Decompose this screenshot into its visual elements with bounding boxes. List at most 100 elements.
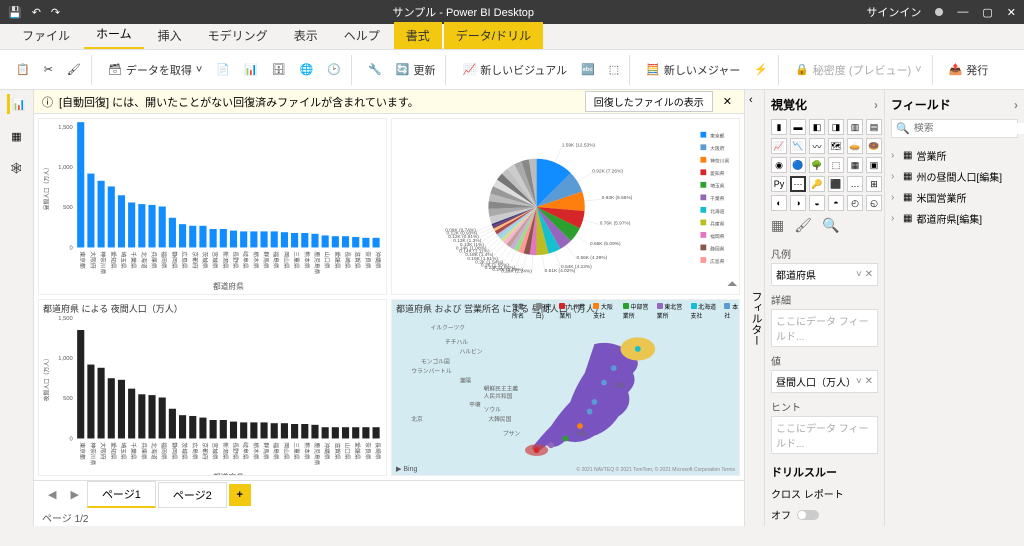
viz-type-23[interactable]: 🔑: [809, 176, 825, 192]
viz-bar-daytime[interactable]: 05001,0001,500昼間人口（万人）東京都大阪府神奈川県愛知県埼玉県千葉…: [38, 118, 387, 295]
tab-insert[interactable]: 挿入: [146, 22, 194, 49]
undo-icon[interactable]: ↶: [32, 6, 41, 19]
pbi-dataset-icon[interactable]: 📊: [240, 60, 262, 79]
side-panes: 視覚化› ▮▬◧◨▥▤◫📈📉〰🗺🥧🍩◔◉🔵🌳⬚▦▣RPy⋯🔑⬛…⊞🔀◐◑◒◓◴◵…: [764, 90, 1024, 526]
viz-bar-night[interactable]: 都道府県 による 夜間人口（万人） 05001,0001,500夜間人口（万人）…: [38, 299, 387, 476]
viz-type-30[interactable]: ◒: [809, 195, 825, 211]
maximize-button[interactable]: ▢: [982, 6, 992, 19]
viz-type-0[interactable]: ▮: [771, 119, 787, 135]
chevron-right-icon[interactable]: ›: [874, 98, 878, 112]
refresh-button[interactable]: 🔄 更新: [392, 59, 440, 81]
page-next-icon[interactable]: ▶: [64, 486, 84, 503]
viz-title: 都道府県 による 夜間人口（万人）: [43, 302, 183, 315]
dataverse-icon[interactable]: 🌐: [296, 60, 318, 79]
viz-type-22[interactable]: ⋯: [790, 176, 806, 192]
user-avatar[interactable]: [935, 8, 943, 16]
viz-type-32[interactable]: ◴: [847, 195, 863, 211]
viz-type-3[interactable]: ◨: [828, 119, 844, 135]
viz-type-31[interactable]: ◓: [828, 195, 844, 211]
detail-well[interactable]: ここにデータ フィールド...: [771, 309, 878, 347]
page-tab-2[interactable]: ページ2: [158, 482, 227, 508]
viz-type-1[interactable]: ▬: [790, 119, 806, 135]
copy-icon[interactable]: 🖌: [63, 60, 85, 79]
viz-type-21[interactable]: Py: [771, 176, 787, 192]
newvisual-button[interactable]: 📈 新しいビジュアル: [458, 59, 571, 81]
tab-modeling[interactable]: モデリング: [196, 22, 280, 49]
more-visuals-icon[interactable]: ⬚: [605, 60, 623, 79]
tab-view[interactable]: 表示: [282, 22, 330, 49]
newmeasure-button[interactable]: 🧮 新しいメジャー: [642, 59, 744, 81]
field-table[interactable]: ›▦州の昼間人口[編集]: [891, 169, 1018, 184]
viz-map[interactable]: 都道府県 および 営業所名 による 昼間人口（万人） 営業所名 (空白) 九州営…: [391, 299, 740, 476]
add-page-button[interactable]: +: [229, 484, 251, 506]
svg-text:0: 0: [70, 436, 73, 442]
svg-text:北海道: 北海道: [140, 251, 148, 269]
viz-type-8[interactable]: 📉: [790, 138, 806, 154]
field-table[interactable]: ›▦米国営業所: [891, 190, 1018, 205]
page-tab-1[interactable]: ページ1: [87, 481, 156, 508]
signin-link[interactable]: サインイン: [866, 4, 921, 20]
viz-type-16[interactable]: 🌳: [809, 157, 825, 173]
banner-close-icon[interactable]: ✕: [719, 95, 736, 108]
viz-type-7[interactable]: 📈: [771, 138, 787, 154]
minimize-button[interactable]: —: [957, 6, 968, 18]
tab-datadrill[interactable]: データ/ドリル: [444, 22, 543, 49]
excel-icon[interactable]: 📄: [212, 60, 234, 79]
cut-icon[interactable]: ✂: [40, 60, 57, 79]
viz-type-4[interactable]: ▥: [847, 119, 863, 135]
legend-well[interactable]: 都道府県˅ ✕: [771, 263, 878, 286]
textbox-icon[interactable]: 🔤: [577, 60, 599, 79]
viz-type-25[interactable]: …: [847, 176, 863, 192]
close-button[interactable]: ✕: [1007, 6, 1016, 19]
viz-type-2[interactable]: ◧: [809, 119, 825, 135]
save-icon[interactable]: 💾: [8, 6, 22, 19]
viz-type-10[interactable]: 🗺: [828, 138, 844, 154]
tab-help[interactable]: ヘルプ: [332, 22, 392, 49]
viz-type-33[interactable]: ◵: [866, 195, 882, 211]
chevron-right-icon[interactable]: ›: [1014, 98, 1018, 112]
viz-type-12[interactable]: 🍩: [866, 138, 882, 154]
viz-type-19[interactable]: ▣: [866, 157, 882, 173]
svg-text:鹿児島県: 鹿児島県: [313, 442, 321, 465]
filters-pane-collapsed[interactable]: フィルター: [744, 90, 764, 526]
viz-pie[interactable]: 1.59K (12.53%)0.92K (7.26%)0.83K (6.55%)…: [391, 118, 740, 295]
cross-report-toggle[interactable]: オフ: [771, 507, 878, 522]
tab-home[interactable]: ホーム: [84, 20, 144, 49]
tab-format[interactable]: 書式: [394, 22, 442, 49]
value-well[interactable]: 昼間人口（万人）˅ ✕: [771, 370, 878, 393]
data-view-icon[interactable]: ▦: [7, 126, 27, 146]
field-table[interactable]: ›▦営業所: [891, 148, 1018, 163]
viz-type-18[interactable]: ▦: [847, 157, 863, 173]
analytics-tab-icon[interactable]: 🔍: [822, 217, 839, 234]
viz-type-11[interactable]: 🥧: [847, 138, 863, 154]
report-view-icon[interactable]: 📊: [7, 94, 27, 114]
redo-icon[interactable]: ↷: [51, 6, 60, 19]
hint-well[interactable]: ここにデータ フィールド...: [771, 416, 878, 454]
sensitivity-button[interactable]: 🔒 秘密度 (プレビュー) ˅: [791, 59, 926, 81]
transform-icon[interactable]: 🔧: [364, 60, 386, 79]
fields-search[interactable]: 🔍: [891, 119, 1018, 138]
fields-tab-icon[interactable]: ▦: [771, 217, 784, 234]
field-table[interactable]: ›▦都道府県[編集]: [891, 211, 1018, 226]
page-prev-icon[interactable]: ◀: [42, 486, 62, 503]
format-tab-icon[interactable]: 🖌: [794, 217, 812, 234]
sql-icon[interactable]: 🗄: [268, 60, 290, 79]
viz-type-9[interactable]: 〰: [809, 138, 825, 154]
search-input[interactable]: [914, 123, 1024, 134]
viz-type-28[interactable]: ◐: [771, 195, 787, 211]
paste-button[interactable]: 📋: [12, 60, 34, 79]
viz-type-29[interactable]: ◑: [790, 195, 806, 211]
viz-type-15[interactable]: 🔵: [790, 157, 806, 173]
viz-type-17[interactable]: ⬚: [828, 157, 844, 173]
getdata-button[interactable]: 🗃 データを取得 ˅: [104, 59, 206, 81]
viz-type-26[interactable]: ⊞: [866, 176, 882, 192]
model-view-icon[interactable]: 🕸: [7, 158, 27, 178]
quick-measure-icon[interactable]: ⚡: [750, 60, 772, 79]
show-recovered-button[interactable]: 回復したファイルの表示: [585, 91, 713, 112]
tab-file[interactable]: ファイル: [10, 22, 82, 49]
viz-type-5[interactable]: ▤: [866, 119, 882, 135]
publish-button[interactable]: 📤 発行: [945, 59, 993, 81]
viz-type-14[interactable]: ◉: [771, 157, 787, 173]
recent-icon[interactable]: 🕑: [323, 60, 345, 79]
viz-type-24[interactable]: ⬛: [828, 176, 844, 192]
